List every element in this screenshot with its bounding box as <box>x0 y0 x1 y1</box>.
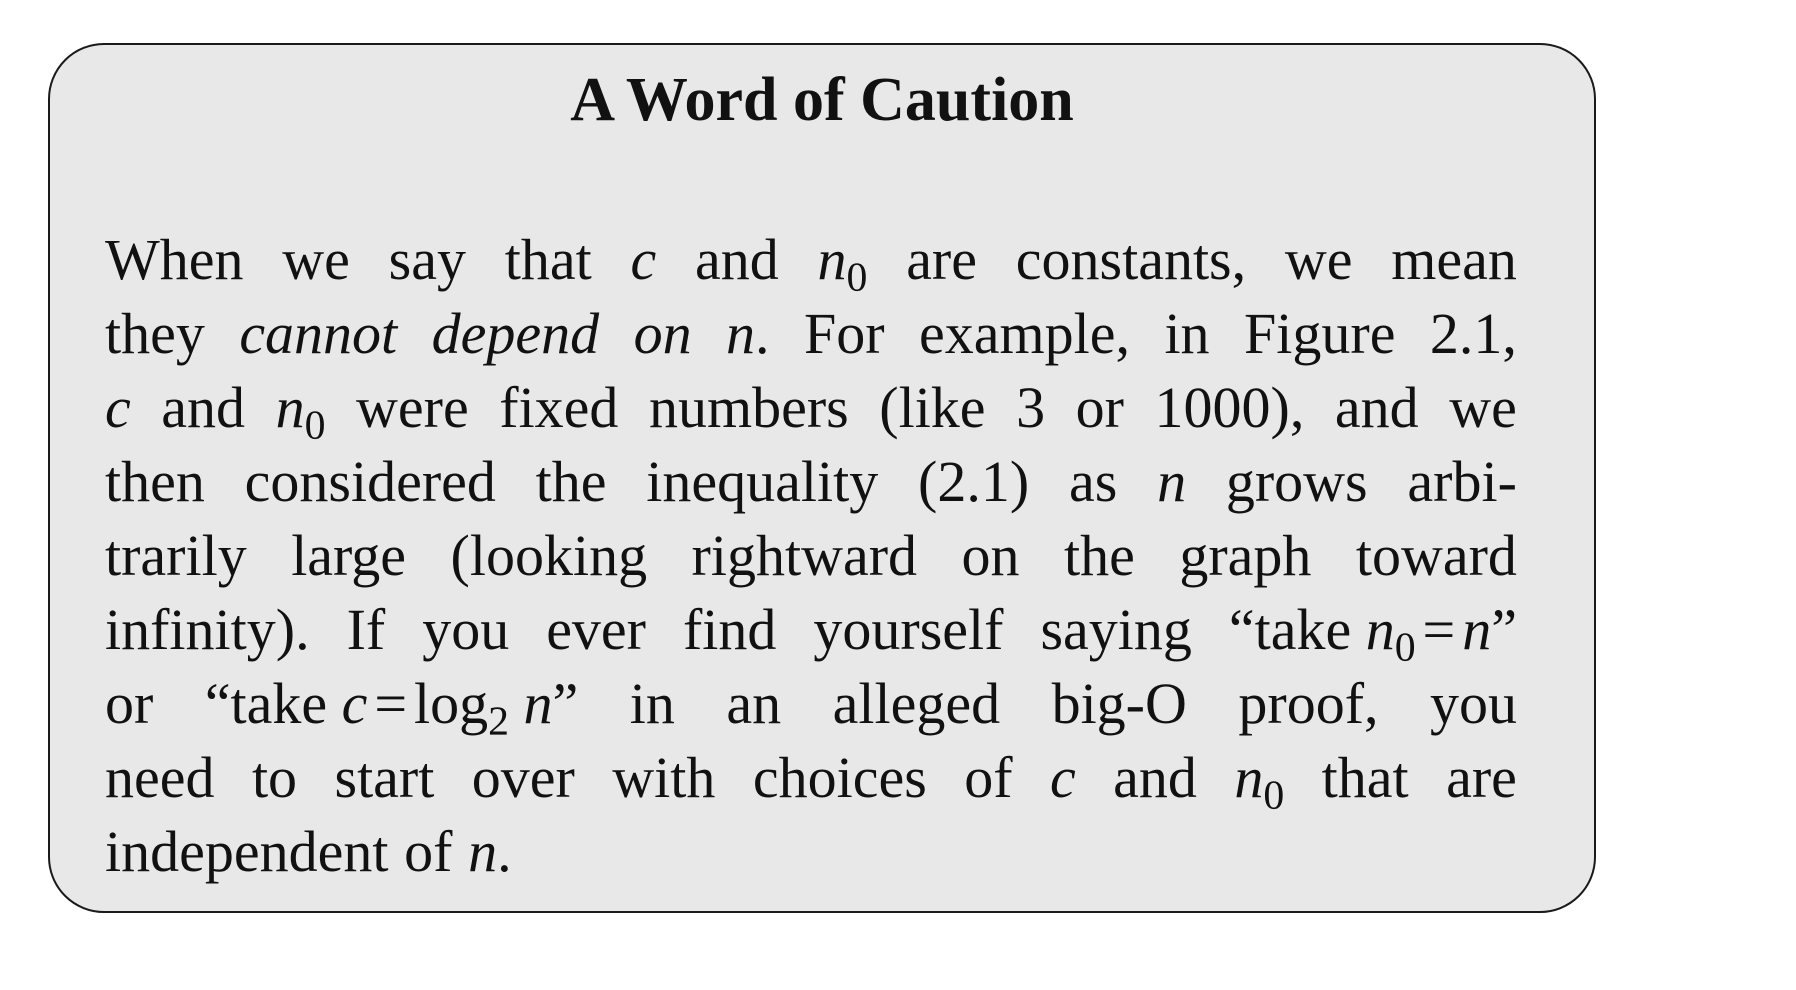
paragraph-line: c and n0 were fixed numbers (like 3 or 1… <box>105 375 1517 449</box>
paragraph-line: infinity). If you ever find yourself say… <box>105 597 1517 671</box>
paragraph-line: When we say that c and n0 are constants,… <box>105 227 1517 301</box>
caution-paragraph: When we say that c and n0 are constants,… <box>105 223 1517 889</box>
paragraph-line: they cannot depend on n. For example, in… <box>105 301 1517 366</box>
paragraph-line: need to start over with choices of c and… <box>105 745 1517 819</box>
paragraph-line: or “take c = log2 n” in an alleged big-O p… <box>105 671 1517 745</box>
caution-box: A Word of Caution When we say that c and… <box>48 43 1596 913</box>
paragraph-line: trarily large (looking rightward on the … <box>105 523 1517 588</box>
caution-title: A Word of Caution <box>570 66 1074 134</box>
paragraph-line: then considered the inequality (2.1) as … <box>105 449 1517 514</box>
paragraph-line: independent of n. <box>105 819 512 884</box>
